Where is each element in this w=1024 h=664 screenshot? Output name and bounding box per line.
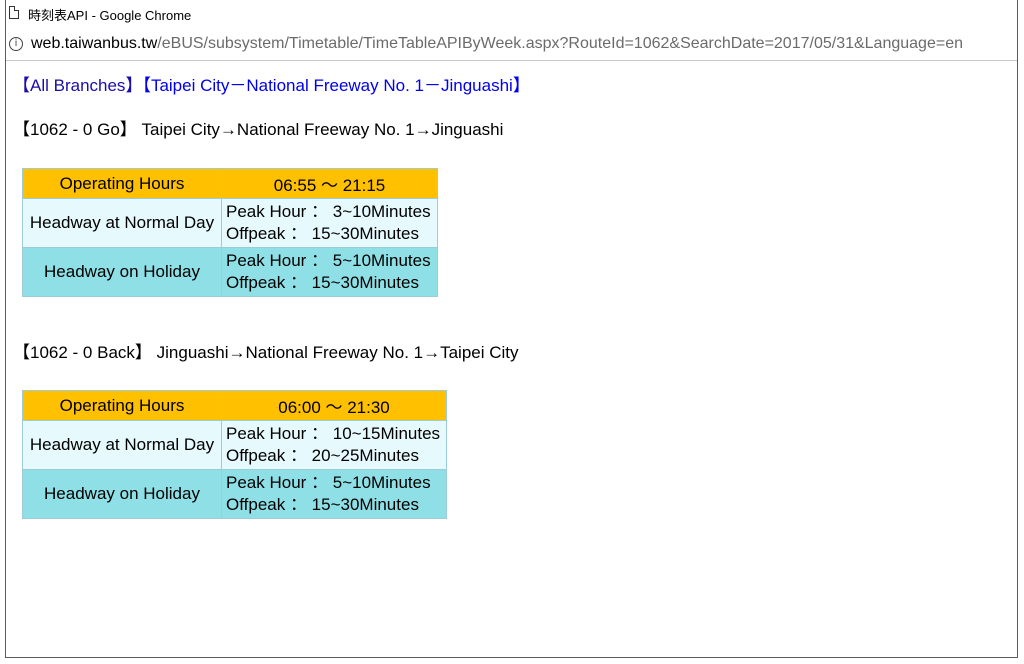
- normal-peak: Peak Hour ： 10~15Minutes: [226, 424, 441, 443]
- url-host: web.taiwanbus.tw: [31, 35, 158, 52]
- normal-peak: Peak Hour ： 3~10Minutes: [226, 202, 431, 221]
- timetable-back: Operating Hours 06:00 ～ 21:30 Headway at…: [22, 390, 447, 519]
- route-code: 1062 - 0 Go: [30, 120, 120, 139]
- normal-day-label: Headway at Normal Day: [22, 420, 222, 470]
- title-bar: 時刻表API - Google Chrome: [6, 0, 1017, 28]
- address-bar[interactable]: i web.taiwanbus.tw/eBUS/subsystem/Timeta…: [6, 28, 1017, 61]
- normal-offpeak: Offpeak ： 20~25Minutes: [226, 446, 419, 465]
- operating-hours-value: 06:55 ～ 21:15: [221, 168, 438, 199]
- holiday-offpeak: Offpeak ： 15~30Minutes: [226, 273, 419, 292]
- table-row: Headway on Holiday Peak Hour ： 5~10Minut…: [22, 247, 438, 297]
- browser-window: 時刻表API - Google Chrome i web.taiwanbus.t…: [5, 0, 1018, 658]
- table-row: Headway at Normal Day Peak Hour ： 10~15M…: [22, 420, 447, 470]
- all-branches-link[interactable]: All Branches: [30, 76, 125, 95]
- info-icon[interactable]: i: [9, 37, 23, 51]
- table-row: Operating Hours 06:00 ～ 21:30: [22, 390, 447, 421]
- route-description: Jinguashi→National Freeway No. 1→Taipei …: [156, 343, 519, 362]
- page-icon: [9, 6, 19, 19]
- window-title: 時刻表API - Google Chrome: [28, 8, 192, 23]
- route-back-heading: 【1062 - 0 Back】 Jinguashi→National Freew…: [13, 343, 519, 362]
- route-go-heading: 【1062 - 0 Go】 Taipei City→National Freew…: [13, 120, 504, 139]
- holiday-label: Headway on Holiday: [22, 469, 222, 519]
- holiday-peak: Peak Hour ： 5~10Minutes: [226, 473, 431, 492]
- timetable-go: Operating Hours 06:55 ～ 21:15 Headway at…: [22, 168, 438, 297]
- table-row: Operating Hours 06:55 ～ 21:15: [22, 168, 438, 199]
- current-branch-link[interactable]: Taipei City－National Freeway No. 1－Jingu…: [151, 76, 513, 95]
- operating-hours-label: Operating Hours: [22, 168, 222, 199]
- table-row: Headway on Holiday Peak Hour ： 5~10Minut…: [22, 469, 447, 519]
- holiday-offpeak: Offpeak ： 15~30Minutes: [226, 495, 419, 514]
- route-description: Taipei City→National Freeway No. 1→Jingu…: [141, 120, 504, 139]
- holiday-peak: Peak Hour ： 5~10Minutes: [226, 251, 431, 270]
- holiday-label: Headway on Holiday: [22, 247, 222, 297]
- branch-nav: 【All Branches】【Taipei City－National Free…: [13, 76, 530, 95]
- page-content: 【All Branches】【Taipei City－National Free…: [6, 61, 1017, 657]
- operating-hours-label: Operating Hours: [22, 390, 222, 421]
- route-code: 1062 - 0 Back: [30, 343, 135, 362]
- url-path: /eBUS/subsystem/Timetable/TimeTableAPIBy…: [157, 35, 963, 52]
- normal-day-label: Headway at Normal Day: [22, 198, 222, 248]
- operating-hours-value: 06:00 ～ 21:30: [221, 390, 447, 421]
- table-row: Headway at Normal Day Peak Hour ： 3~10Mi…: [22, 198, 438, 248]
- url-text[interactable]: web.taiwanbus.tw/eBUS/subsystem/Timetabl…: [31, 35, 963, 53]
- normal-offpeak: Offpeak ： 15~30Minutes: [226, 224, 419, 243]
